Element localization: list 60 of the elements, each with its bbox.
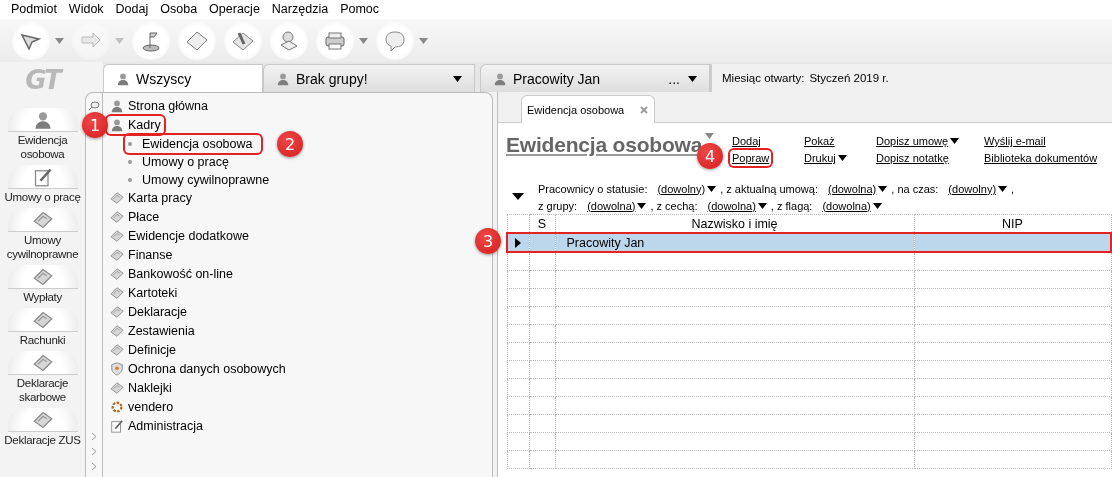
- document-tab[interactable]: Ewidencja osobowa: [521, 95, 656, 123]
- tree-item[interactable]: Deklaracje: [107, 303, 191, 321]
- tree-item[interactable]: Naklejki: [107, 379, 175, 397]
- tree-item[interactable]: Definicje: [107, 341, 179, 359]
- filter-label: ,: [1011, 182, 1015, 195]
- tree-item[interactable]: vendero: [107, 398, 177, 416]
- tree-item[interactable]: Bankowość on-line: [107, 265, 236, 283]
- step-tooltip: 1: [82, 112, 108, 138]
- filter-dropdown[interactable]: (dowolna): [822, 199, 882, 212]
- step-tooltip: 3: [475, 228, 501, 254]
- filter-label: , na czas:: [891, 182, 939, 195]
- filter-dropdown[interactable]: (dowolna): [707, 199, 767, 212]
- action-link[interactable]: Drukuj: [802, 150, 849, 166]
- module-button[interactable]: Umowy cywilnoprawne: [0, 208, 85, 261]
- filter-label: Pracownicy o statusie:: [538, 182, 648, 195]
- tree-item[interactable]: Finanse: [107, 246, 176, 264]
- group-tab[interactable]: Pracowity Jan ...: [480, 64, 710, 92]
- menu-item[interactable]: Operacje: [203, 0, 266, 19]
- group-tab[interactable]: Wszyscy: [103, 64, 263, 92]
- action-link[interactable]: Biblioteka dokumentów: [982, 150, 1100, 166]
- menu-item[interactable]: Osoba: [154, 0, 204, 19]
- module-button[interactable]: Ewidencja osobowa: [0, 108, 85, 161]
- action-link[interactable]: Wyślij e-mail: [982, 133, 1048, 149]
- month-label: Miesiąc otwarty:: [722, 72, 805, 84]
- filter-label: , z flagą:: [770, 199, 813, 212]
- tree-item[interactable]: Zestawienia: [107, 322, 198, 340]
- filter-label: , z cechą:: [650, 199, 698, 212]
- tree-item[interactable]: Strona główna: [107, 97, 211, 115]
- group-tab[interactable]: Brak grupy!: [263, 64, 475, 92]
- module-button[interactable]: Deklaracje skarbowe: [0, 351, 85, 404]
- menu-item[interactable]: Widok: [62, 0, 110, 19]
- menu-item[interactable]: Pomoc: [334, 0, 386, 19]
- menu-item[interactable]: Dodaj: [109, 0, 155, 19]
- action-link[interactable]: Pokaż: [802, 133, 837, 149]
- step-tooltip: 2: [277, 131, 303, 157]
- tree-item[interactable]: Płace: [107, 208, 163, 226]
- tree-item[interactable]: Ochrona danych osobowych: [107, 360, 289, 378]
- more-text: ...: [668, 70, 680, 87]
- tree-item[interactable]: Karta pracy: [107, 189, 195, 207]
- tree-item[interactable]: Administracja: [107, 417, 207, 435]
- tree-item[interactable]: Ewidencje dodatkowe: [107, 227, 252, 245]
- action-link[interactable]: Dodaj: [730, 133, 763, 149]
- month-value: Styczeń 2019 r.: [809, 72, 889, 84]
- action-link[interactable]: Popraw: [730, 150, 772, 166]
- tree-item[interactable]: Umowy cywilnoprawne: [125, 171, 278, 189]
- filter-label: z grupy:: [538, 199, 578, 212]
- table-cell: Pracowity Jan: [555, 233, 914, 252]
- tree-item[interactable]: Kartoteki: [107, 284, 181, 302]
- filter-dropdown[interactable]: (dowolny): [657, 182, 717, 195]
- action-link[interactable]: Dopisz umowę: [874, 133, 962, 149]
- menu-item[interactable]: Narzędzia: [265, 0, 335, 19]
- filter-dropdown[interactable]: (dowolny): [948, 182, 1008, 195]
- filter-label: , z aktualną umową:: [720, 182, 818, 195]
- filter-dropdown[interactable]: (dowolna): [827, 182, 888, 195]
- tree-item[interactable]: Ewidencja osobowa: [125, 135, 261, 153]
- menu-item[interactable]: Podmiot: [5, 0, 63, 19]
- action-link[interactable]: Dopisz notatkę: [874, 150, 951, 166]
- filter-dropdown[interactable]: (dowolna): [587, 199, 647, 212]
- tree-item[interactable]: Kadry: [107, 116, 164, 134]
- tree-item[interactable]: Umowy o pracę: [125, 153, 237, 171]
